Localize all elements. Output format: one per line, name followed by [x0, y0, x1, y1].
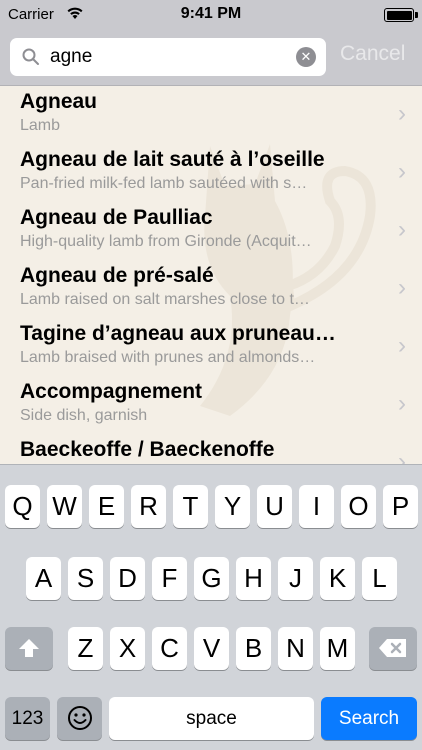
status-bar: Carrier 9:41 PM	[0, 0, 422, 30]
result-subtitle: Lamb	[20, 117, 61, 134]
key-w[interactable]: W	[47, 485, 82, 528]
search-icon	[22, 48, 39, 65]
result-row[interactable]: Agneau Lamb ›	[0, 86, 422, 144]
result-subtitle: Side dish, garnish	[20, 407, 148, 424]
result-row[interactable]: Agneau de pré-salé Lamb raised on salt ma…	[0, 260, 422, 318]
key-x[interactable]: X	[110, 627, 145, 670]
key-j[interactable]: J	[278, 557, 313, 600]
battery-icon	[384, 8, 414, 22]
cancel-button[interactable]: Cancel	[340, 42, 405, 66]
chevron-right-icon: ›	[398, 448, 406, 464]
key-n[interactable]: N	[278, 627, 313, 670]
result-title: Baeckeoffe / Baeckenoffe	[20, 438, 275, 461]
chevron-right-icon: ›	[398, 100, 406, 127]
key-t[interactable]: T	[173, 485, 208, 528]
result-subtitle: High-quality lamb from Gironde (Acquit…	[20, 233, 312, 250]
key-g[interactable]: G	[194, 557, 229, 600]
result-row[interactable]: Agneau de Paulliac High-quality lamb from…	[0, 202, 422, 260]
result-title: Agneau de lait sauté à l’oseille	[20, 148, 325, 171]
numbers-key[interactable]: 123	[5, 697, 50, 740]
space-key[interactable]: space	[109, 697, 314, 740]
key-z[interactable]: Z	[68, 627, 103, 670]
search-input[interactable]: agne ✕	[10, 38, 326, 76]
chevron-right-icon: ›	[398, 390, 406, 417]
key-e[interactable]: E	[89, 485, 124, 528]
result-row[interactable]: Tagine d’agneau aux pruneau… Lamb braised…	[0, 318, 422, 376]
key-p[interactable]: P	[383, 485, 418, 528]
result-title: Agneau	[20, 90, 98, 113]
key-q[interactable]: Q	[5, 485, 40, 528]
key-f[interactable]: F	[152, 557, 187, 600]
key-c[interactable]: C	[152, 627, 187, 670]
key-a[interactable]: A	[26, 557, 61, 600]
chevron-right-icon: ›	[398, 274, 406, 301]
battery-tip	[415, 12, 418, 18]
key-h[interactable]: H	[236, 557, 271, 600]
search-query[interactable]: agne	[50, 46, 92, 68]
key-u[interactable]: U	[257, 485, 292, 528]
clear-icon[interactable]: ✕	[296, 47, 316, 67]
result-row[interactable]: Baeckeoffe / Baeckenoffe ›	[0, 434, 422, 464]
key-m[interactable]: M	[320, 627, 355, 670]
shift-key[interactable]	[5, 627, 53, 670]
result-subtitle: Pan-fried milk-fed lamb sautéed with s…	[20, 175, 308, 192]
key-d[interactable]: D	[110, 557, 145, 600]
key-y[interactable]: Y	[215, 485, 250, 528]
keyboard: Q W E R T Y U I O P A S D F G H J K L Z X C V B N M 123 space Search	[0, 464, 422, 750]
result-subtitle: Lamb raised on salt marshes close to t…	[20, 291, 310, 308]
chevron-right-icon: ›	[398, 332, 406, 359]
shift-icon	[19, 639, 39, 657]
result-title: Tagine d’agneau aux pruneau…	[20, 322, 336, 345]
search-button[interactable]: Search	[321, 697, 417, 740]
key-k[interactable]: K	[320, 557, 355, 600]
delete-key[interactable]	[369, 627, 417, 670]
result-title: Agneau de Paulliac	[20, 206, 213, 229]
results-list: Agneau Lamb › Agneau de lait sauté à l’osei…	[0, 86, 422, 464]
result-subtitle: Lamb braised with prunes and almonds…	[20, 349, 316, 366]
chevron-right-icon: ›	[398, 158, 406, 185]
key-l[interactable]: L	[362, 557, 397, 600]
chevron-right-icon: ›	[398, 216, 406, 243]
status-time: 9:41 PM	[180, 5, 242, 22]
result-title: Agneau de pré-salé	[20, 264, 214, 287]
result-title: Accompagnement	[20, 380, 203, 403]
result-row[interactable]: Agneau de lait sauté à l’oseille Pan-frie…	[0, 144, 422, 202]
emoji-key[interactable]	[57, 697, 102, 740]
key-r[interactable]: R	[131, 485, 166, 528]
emoji-icon	[67, 706, 92, 730]
key-s[interactable]: S	[68, 557, 103, 600]
backspace-icon	[379, 639, 406, 657]
key-o[interactable]: O	[341, 485, 376, 528]
search-bar: agne ✕ Cancel	[0, 30, 422, 86]
result-row[interactable]: Accompagnement Side dish, garnish ›	[0, 376, 422, 434]
key-i[interactable]: I	[299, 485, 334, 528]
key-v[interactable]: V	[194, 627, 229, 670]
key-b[interactable]: B	[236, 627, 271, 670]
